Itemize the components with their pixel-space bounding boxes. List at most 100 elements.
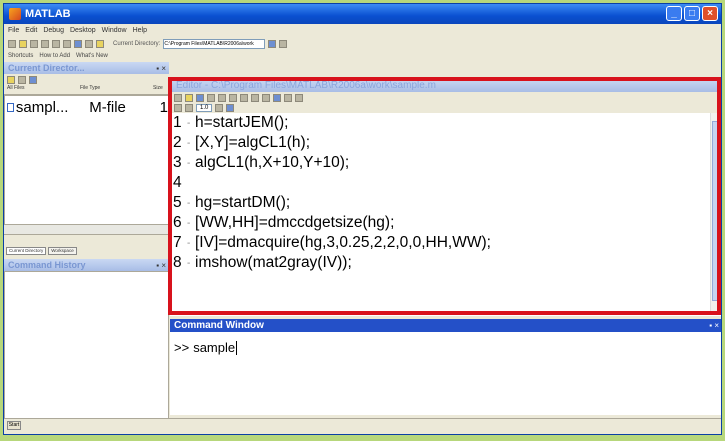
breakpoint-icon[interactable] (284, 93, 292, 102)
window-title: MATLAB (25, 8, 71, 20)
code-line: 6- [WW,HH]=dmccdgetsize(hg); (170, 213, 394, 233)
left-column: Current Director... ▪ × All Files File T… (4, 62, 171, 421)
file-list: sampl... M-file 1 (4, 95, 169, 225)
copy-icon[interactable] (41, 40, 49, 48)
left-panel-tabs: Current Directory Workspace (4, 247, 171, 255)
current-directory-header: Current Director... ▪ × (4, 62, 169, 74)
run-icon[interactable] (273, 93, 281, 102)
shortcut-item[interactable]: What's New (76, 53, 108, 59)
command-input-area[interactable]: >> sample (170, 332, 721, 355)
column-file-type[interactable]: File Type (77, 85, 150, 94)
code-line: 8- imshow(mat2gray(IV)); (170, 253, 352, 273)
code-text: algCL1(h,X+10,Y+10); (195, 154, 350, 171)
directory-dropdown-icon[interactable] (268, 40, 277, 48)
up-folder-icon[interactable] (7, 75, 15, 84)
guide-icon[interactable] (85, 40, 93, 48)
panel-controls[interactable]: ▪ × (709, 321, 719, 330)
help-icon[interactable] (96, 40, 104, 48)
command-history-title: Command History (8, 260, 86, 270)
current-directory-label: Current Directory: (113, 41, 161, 47)
code-area[interactable]: 1- h=startJEM(); 2- [X,Y]=algCL1(h); 3- alg… (170, 113, 710, 313)
file-list-hscroll[interactable] (4, 225, 169, 235)
editor-vscroll[interactable] (710, 113, 721, 313)
find-icon[interactable] (262, 93, 270, 102)
code-text: [X,Y]=algCL1(h); (195, 134, 311, 151)
browse-folder-icon[interactable] (279, 40, 288, 48)
code-text: [WW,HH]=dmccdgetsize(hg); (195, 214, 395, 231)
open-file-icon[interactable] (185, 93, 193, 102)
cell-increment-icon[interactable] (215, 104, 224, 112)
current-directory-toolbar (4, 74, 169, 85)
column-size[interactable]: Size (150, 85, 163, 94)
current-directory-title: Current Director... (8, 63, 85, 73)
paste-icon[interactable] (52, 40, 60, 48)
cell-next-icon[interactable] (226, 104, 235, 112)
matlab-window: MATLAB _ □ × File Edit Debug Desktop Win… (3, 3, 722, 435)
column-all-files[interactable]: All Files (4, 85, 77, 94)
new-folder-icon[interactable] (18, 75, 26, 84)
open-file-icon[interactable] (19, 40, 27, 48)
cut-icon[interactable] (30, 40, 38, 48)
print-icon[interactable] (251, 93, 259, 102)
file-row[interactable]: sampl... M-file 1 (5, 96, 168, 116)
current-directory-field[interactable]: C:\Program Files\MATLAB\R2006a\work (163, 39, 266, 49)
undo-icon[interactable] (240, 93, 248, 102)
code-text: [IV]=dmacquire(hg,3,0.25,2,2,0,0,HH,WW); (195, 234, 491, 251)
code-text: hg=startDM(); (195, 194, 291, 211)
maximize-button[interactable]: □ (684, 6, 700, 21)
code-line: 4 (170, 173, 195, 193)
start-button[interactable]: Start (7, 421, 21, 430)
command-window: Command Window ▪ × >> sample (170, 319, 721, 415)
file-name: sampl... (15, 98, 69, 116)
line-number: 4 (173, 174, 182, 191)
matlab-logo-icon (9, 8, 21, 20)
panel-controls[interactable]: ▪ × (156, 261, 166, 270)
line-number: 8 (173, 254, 182, 271)
new-file-icon[interactable] (174, 93, 182, 102)
copy-icon[interactable] (218, 93, 226, 102)
code-line: 1- h=startJEM(); (170, 113, 288, 133)
file-size: 1 (159, 98, 168, 116)
command-window-title: Command Window (174, 320, 264, 331)
save-icon[interactable] (196, 93, 204, 102)
step-icon[interactable] (295, 93, 303, 102)
line-number: 2 (173, 134, 182, 151)
menu-help[interactable]: Help (133, 27, 147, 34)
code-text: imshow(mat2gray(IV)); (195, 254, 352, 271)
code-line: 7- [IV]=dmacquire(hg,3,0.25,2,2,0,0,HH,WW… (170, 233, 491, 253)
line-number: 5 (173, 194, 182, 211)
shortcut-item[interactable]: How to Add (39, 53, 70, 59)
menu-file[interactable]: File (8, 27, 19, 34)
undo-icon[interactable] (63, 40, 71, 48)
editor-panel: Editor - C:\Program Files\MATLAB\R2006a\… (170, 79, 721, 316)
simulink-icon[interactable] (74, 40, 82, 48)
menu-debug[interactable]: Debug (43, 27, 64, 34)
menu-window[interactable]: Window (102, 27, 127, 34)
menu-edit[interactable]: Edit (25, 27, 37, 34)
code-text: h=startJEM(); (195, 114, 289, 131)
tab-workspace[interactable]: Workspace (48, 247, 77, 255)
minimize-button[interactable]: _ (666, 6, 682, 21)
paste-icon[interactable] (229, 93, 237, 102)
line-number: 7 (173, 234, 182, 251)
tab-current-directory[interactable]: Current Directory (6, 247, 47, 255)
cell-decrement-icon[interactable] (185, 104, 193, 112)
cell-eval-icon[interactable] (174, 104, 182, 112)
command-history-header: Command History ▪ × (4, 259, 169, 271)
cut-icon[interactable] (207, 93, 215, 102)
file-type: M-file (89, 98, 126, 116)
menu-bar: File Edit Debug Desktop Window Help (4, 24, 721, 36)
line-number: 6 (173, 214, 182, 231)
new-file-icon[interactable] (8, 40, 16, 48)
scroll-thumb[interactable] (712, 121, 720, 301)
shortcut-item[interactable]: Shortcuts (8, 53, 33, 59)
close-button[interactable]: × (702, 6, 718, 21)
command-history-list[interactable] (4, 271, 169, 421)
panel-controls[interactable]: ▪ × (156, 64, 166, 73)
title-bar: MATLAB _ □ × (4, 4, 721, 24)
menu-desktop[interactable]: Desktop (70, 27, 96, 34)
command-window-header: Command Window ▪ × (170, 319, 721, 332)
command-input[interactable]: sample (193, 340, 235, 355)
zoom-field[interactable]: 1.0 (196, 104, 213, 112)
find-icon[interactable] (29, 75, 37, 84)
